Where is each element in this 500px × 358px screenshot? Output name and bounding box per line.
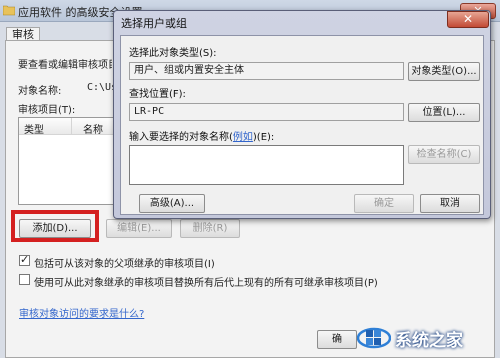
location-field: LR-PC: [129, 103, 404, 121]
examples-link[interactable]: 例如: [233, 132, 253, 143]
object-type-field: 用户、组或内置安全主体: [129, 62, 404, 80]
replace-checkbox[interactable]: [19, 274, 30, 285]
list-header: 类型 名称: [19, 118, 113, 136]
object-type-label: 选择此对象类型(S):: [129, 48, 217, 59]
audit-requirements-link[interactable]: 审核对象访问的要求是什么?: [19, 305, 144, 320]
location-label: 查找位置(F):: [129, 89, 186, 100]
object-names-label: 输入要选择的对象名称(例如)(E):: [129, 132, 275, 143]
dialog-cancel-button[interactable]: 取消: [420, 194, 480, 213]
watermark: 系统之家: [357, 320, 497, 354]
remove-button[interactable]: 删除(R): [180, 219, 240, 238]
advanced-button[interactable]: 高级(A)...: [139, 194, 205, 213]
object-types-button[interactable]: 对象类型(O)...: [408, 62, 480, 81]
edit-button[interactable]: 编辑(E)...: [106, 219, 172, 238]
column-divider: [71, 118, 72, 135]
object-name-label: 对象名称:: [18, 86, 62, 97]
audit-entries-list[interactable]: 类型 名称: [18, 117, 114, 205]
instruction-text: 要查看或编辑审核项目的详细信息，请选择项目并单击"编辑"。: [18, 60, 112, 71]
check-names-button[interactable]: 检查名称(C): [408, 145, 480, 164]
inherit-checkbox[interactable]: [19, 253, 30, 266]
audit-entries-label: 审核项目(T):: [18, 105, 76, 116]
ok-button-partial[interactable]: 确: [317, 330, 357, 349]
dialog-body: 选择此对象类型(S): 用户、组或内置安全主体 对象类型(O)... 查找位置(…: [120, 35, 484, 215]
locations-button[interactable]: 位置(L)...: [408, 103, 480, 122]
site-logo-icon: [357, 327, 391, 349]
dialog-title: 选择用户或组: [121, 17, 187, 30]
replace-checkbox-label: 使用可从此对象继承的审核项目替换所有后代上现有的所有可继承审核项目(P): [34, 278, 378, 289]
dialog-close-button[interactable]: ✕: [447, 11, 489, 28]
column-header-name[interactable]: 名称: [83, 121, 103, 136]
select-users-dialog: 选择用户或组 ✕ 选择此对象类型(S): 用户、组或内置安全主体 对象类型(O)…: [113, 10, 491, 219]
column-header-type[interactable]: 类型: [24, 121, 44, 136]
watermark-text: 系统之家: [395, 331, 463, 351]
object-names-input[interactable]: [129, 145, 404, 185]
add-button[interactable]: 添加(D)...: [19, 219, 91, 238]
inherit-checkbox-label: 包括可从该对象的父项继承的审核项目(I): [34, 259, 215, 270]
folder-icon: [3, 5, 15, 16]
dialog-ok-button[interactable]: 确定: [354, 194, 414, 213]
